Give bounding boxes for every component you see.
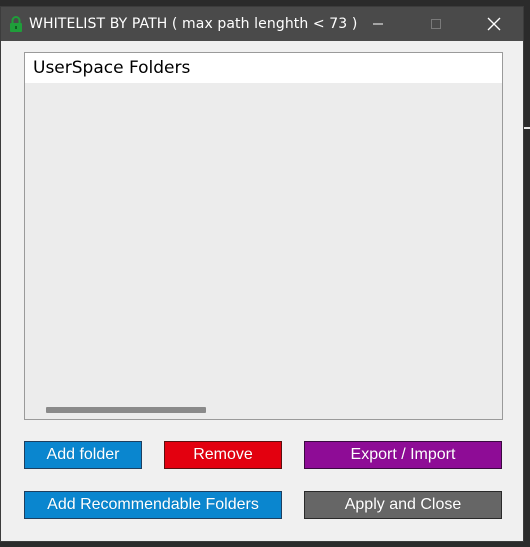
- whitelist-window: WHITELIST BY PATH ( max path lenghth < 7…: [0, 6, 524, 542]
- close-icon: [487, 17, 501, 31]
- title-bar[interactable]: WHITELIST BY PATH ( max path lenghth < 7…: [1, 7, 523, 41]
- folders-list[interactable]: UserSpace Folders: [24, 52, 503, 420]
- window-title: WHITELIST BY PATH ( max path lenghth < 7…: [29, 16, 358, 32]
- add-folder-button[interactable]: Add folder: [24, 441, 142, 469]
- close-button[interactable]: [465, 7, 523, 41]
- remove-button[interactable]: Remove: [164, 441, 282, 469]
- background-strip-right: [524, 127, 530, 129]
- scrollbar-thumb[interactable]: [46, 407, 206, 413]
- minimize-icon: [373, 23, 383, 25]
- horizontal-scrollbar[interactable]: [25, 399, 502, 419]
- add-recommendable-folders-button[interactable]: Add Recommendable Folders: [24, 491, 282, 519]
- maximize-icon: [431, 19, 441, 29]
- window-controls: [349, 7, 523, 41]
- lock-icon: [3, 15, 29, 33]
- export-import-button[interactable]: Export / Import: [304, 441, 502, 469]
- list-column-header[interactable]: UserSpace Folders: [25, 53, 502, 83]
- minimize-button[interactable]: [349, 7, 407, 41]
- apply-and-close-button[interactable]: Apply and Close: [304, 491, 502, 519]
- maximize-button[interactable]: [407, 7, 465, 41]
